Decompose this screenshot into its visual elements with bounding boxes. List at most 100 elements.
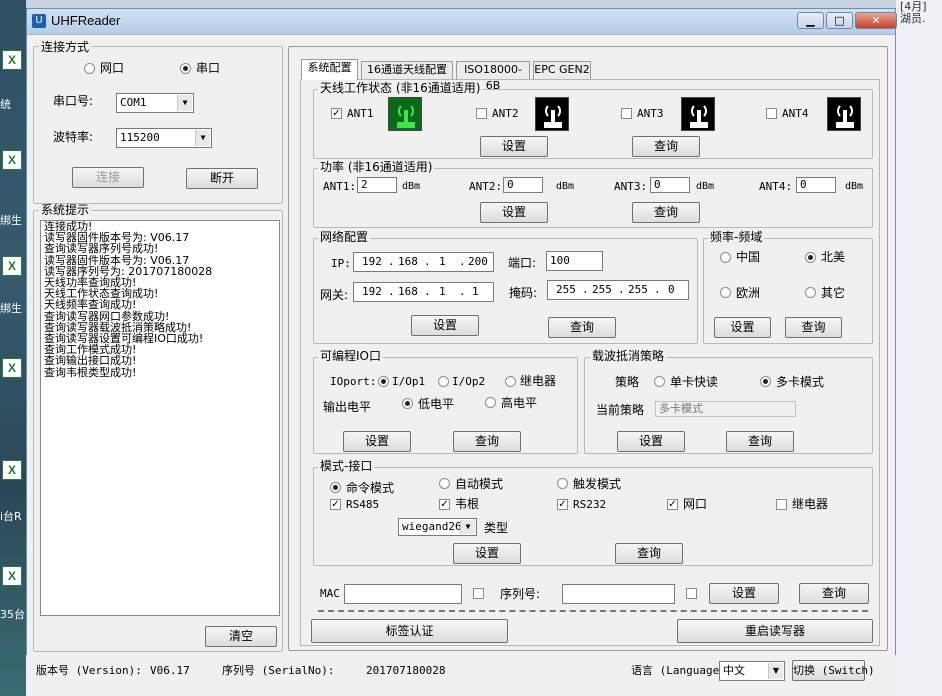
- mac-query-button[interactable]: 查询: [799, 583, 869, 604]
- network-query-button[interactable]: 查询: [548, 317, 616, 338]
- net-port-input[interactable]: 100: [546, 251, 603, 271]
- ant2-checkbox[interactable]: [476, 108, 487, 119]
- mac-input[interactable]: [344, 584, 462, 604]
- tab-system-config[interactable]: 系统配置: [301, 59, 358, 80]
- io-query-button[interactable]: 查询: [453, 431, 521, 452]
- switch-language-button[interactable]: 切换 (Switch): [792, 660, 875, 681]
- language-select[interactable]: 中文 ▼: [719, 661, 785, 681]
- auto-mode-radio[interactable]: [439, 478, 450, 489]
- rs232-checkbox[interactable]: ✓: [557, 499, 568, 510]
- excel-icon[interactable]: X: [2, 358, 22, 378]
- maximize-button[interactable]: □: [826, 12, 853, 29]
- serialno-label: 序列号 (SerialNo):: [222, 664, 335, 677]
- serial-checkbox[interactable]: [686, 588, 697, 599]
- port-label: 串口号:: [53, 94, 94, 108]
- mask-dot-2: .: [618, 283, 625, 296]
- mac-checkbox[interactable]: [473, 588, 484, 599]
- radio-serial[interactable]: [180, 63, 191, 74]
- serial-input[interactable]: [562, 584, 675, 604]
- ant4-power-input[interactable]: 0: [796, 177, 836, 193]
- trigger-mode-radio[interactable]: [557, 478, 568, 489]
- gateway-octet-3: 1: [439, 285, 446, 298]
- ip-octet-2: 168: [398, 255, 418, 268]
- mask-octet-2: 255: [592, 283, 612, 296]
- excel-icon[interactable]: X: [2, 566, 22, 586]
- connect-button[interactable]: 连接: [72, 167, 144, 188]
- gateway-dot-1: .: [388, 285, 395, 298]
- mode-legend: 模式-接口: [318, 459, 375, 473]
- ant4-checkbox[interactable]: [766, 108, 777, 119]
- log-line: 查询韦根类型成功!: [44, 365, 137, 379]
- close-button[interactable]: ✕: [855, 12, 897, 29]
- window-title: UHFReader: [51, 13, 121, 28]
- excel-icon[interactable]: X: [2, 256, 22, 276]
- port-select[interactable]: COM1 ▼: [116, 93, 194, 113]
- language-label: 语言 (Language): [631, 664, 726, 677]
- gateway-octet-2: 168: [398, 285, 418, 298]
- level-low-radio[interactable]: [402, 398, 413, 409]
- freq-eu-radio[interactable]: [720, 287, 731, 298]
- freq-china-radio[interactable]: [720, 252, 731, 263]
- io-relay-radio[interactable]: [505, 376, 516, 387]
- ant1-power-input[interactable]: 2: [357, 177, 397, 193]
- tab-16ch-antenna[interactable]: 16通道天线配置: [361, 61, 453, 79]
- tag-auth-button[interactable]: 标签认证: [311, 619, 508, 643]
- radio-net[interactable]: [84, 63, 95, 74]
- network-set-button[interactable]: 设置: [411, 315, 479, 336]
- single-card-radio[interactable]: [654, 376, 665, 387]
- wiegand-type-label: 类型: [484, 521, 509, 535]
- power-query-button[interactable]: 查询: [632, 202, 700, 223]
- mode-query-button[interactable]: 查询: [615, 543, 683, 564]
- ant3-power-input[interactable]: 0: [650, 177, 690, 193]
- wiegand-type-value: wiegand26: [402, 520, 462, 533]
- rs485-checkbox[interactable]: ✓: [330, 499, 341, 510]
- antenna-set-button[interactable]: 设置: [480, 136, 548, 157]
- carrier-query-button[interactable]: 查询: [726, 431, 794, 452]
- mode-set-button[interactable]: 设置: [453, 543, 521, 564]
- ant3-checkbox[interactable]: [621, 108, 632, 119]
- tab-iso18000[interactable]: ISO18000-6B: [456, 61, 530, 92]
- io-op1-radio[interactable]: [378, 376, 389, 387]
- gateway-input[interactable]: 192 . 168 . 1 . 1: [353, 282, 494, 302]
- netport-checkbox[interactable]: ✓: [667, 499, 678, 510]
- antenna-query-button[interactable]: 查询: [632, 136, 700, 157]
- baud-select[interactable]: 115200 ▼: [116, 128, 212, 148]
- system-log[interactable]: 连接成功! 读写器固件版本号为: V06.17 查询读写器序列号成功! 读写器固…: [40, 220, 280, 616]
- disconnect-button[interactable]: 断开: [186, 168, 258, 189]
- ant2-power-input[interactable]: 0: [503, 177, 543, 193]
- excel-icon[interactable]: X: [2, 150, 22, 170]
- freq-na-radio[interactable]: [805, 252, 816, 263]
- ant1-checkbox[interactable]: ✓: [331, 108, 342, 119]
- mask-dot-3: .: [654, 283, 661, 296]
- multi-card-radio[interactable]: [760, 376, 771, 387]
- minimize-button[interactable]: ▁: [797, 12, 824, 29]
- io-op2-radio[interactable]: [438, 376, 449, 387]
- connection-legend: 连接方式: [39, 40, 92, 54]
- chevron-down-icon: ▼: [195, 130, 210, 146]
- wiegand-type-select[interactable]: wiegand26 ▼: [398, 518, 477, 536]
- mac-set-button[interactable]: 设置: [709, 583, 779, 604]
- cmd-mode-radio[interactable]: [330, 482, 341, 493]
- title-bar[interactable]: U UHFReader ▁ □ ✕: [27, 9, 897, 35]
- level-label: 输出电平: [323, 400, 372, 414]
- excel-icon[interactable]: X: [2, 50, 22, 70]
- desktop-label: i台R: [0, 510, 22, 523]
- ip-input[interactable]: 192 . 168 . 1 . 200: [353, 252, 494, 272]
- frequency-query-button[interactable]: 查询: [785, 317, 842, 338]
- clear-log-button[interactable]: 清空: [205, 626, 277, 647]
- relay-checkbox[interactable]: [776, 499, 787, 510]
- excel-icon[interactable]: X: [2, 460, 22, 480]
- power-set-button[interactable]: 设置: [480, 202, 548, 223]
- io-set-button[interactable]: 设置: [343, 431, 411, 452]
- restart-reader-button[interactable]: 重启读写器: [677, 619, 873, 643]
- carrier-set-button[interactable]: 设置: [617, 431, 685, 452]
- freq-other-radio[interactable]: [805, 287, 816, 298]
- frequency-set-button[interactable]: 设置: [714, 317, 771, 338]
- level-high-radio[interactable]: [485, 397, 496, 408]
- mask-input[interactable]: 255 . 255 . 255 . 0: [547, 280, 689, 300]
- wiegand-checkbox[interactable]: ✓: [439, 499, 450, 510]
- system-log-legend: 系统提示: [39, 203, 92, 217]
- version-label: 版本号 (Version):: [36, 664, 142, 677]
- tab-epc-gen2[interactable]: EPC GEN2: [533, 61, 591, 79]
- gateway-octet-4: 1: [472, 285, 479, 298]
